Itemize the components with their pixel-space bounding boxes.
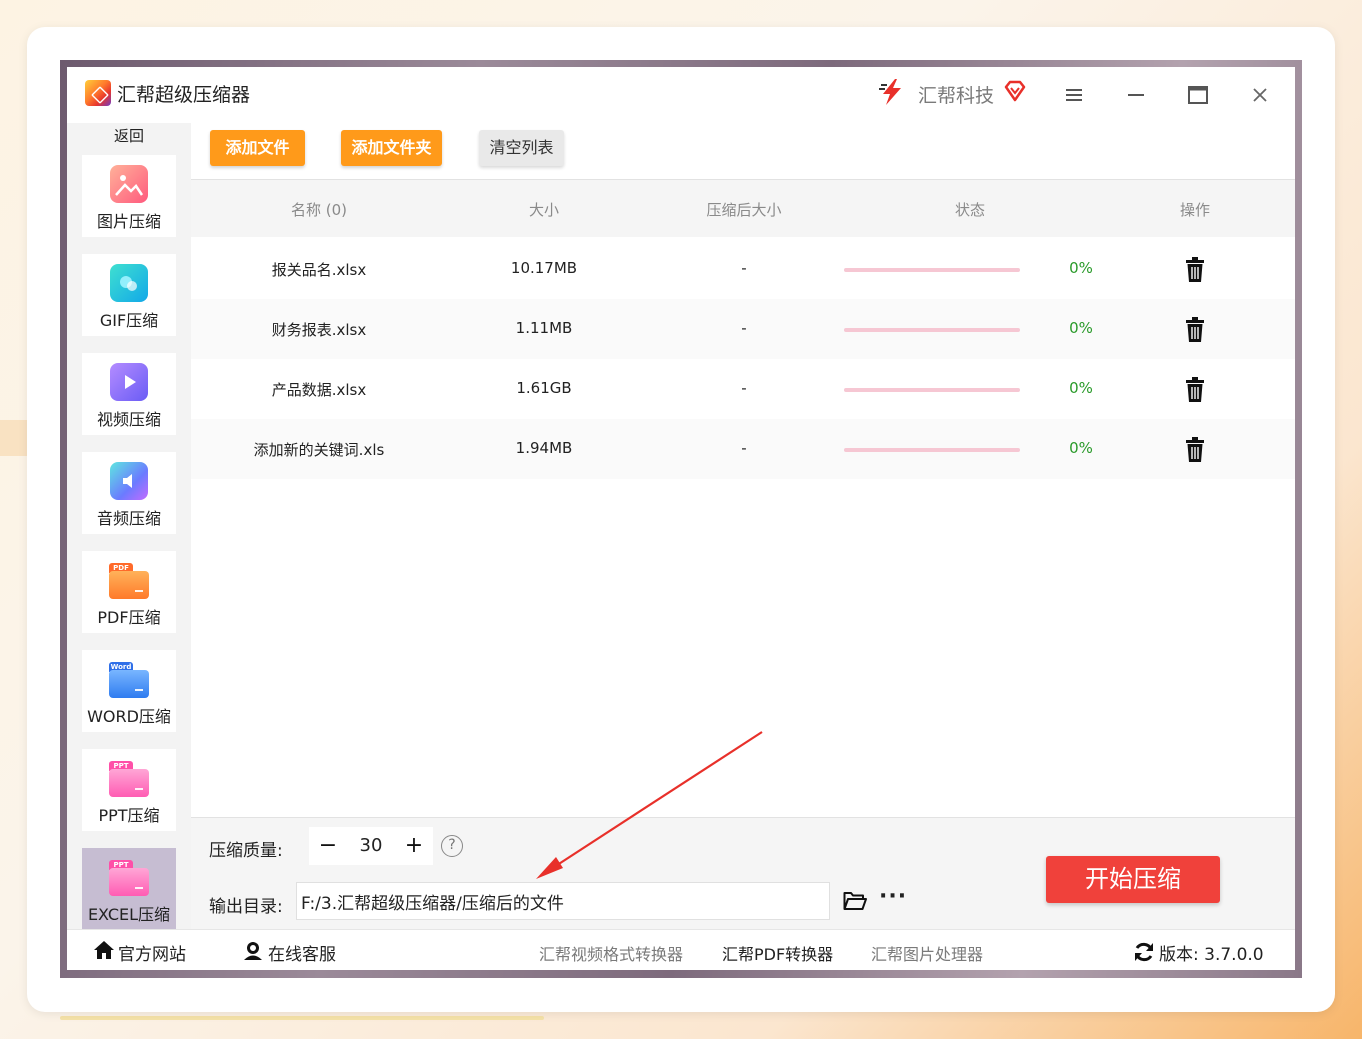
clear-list-button[interactable]: 清空列表 — [479, 130, 564, 166]
help-icon[interactable]: ? — [441, 835, 463, 857]
sidebar-item-ppt[interactable]: PPT PPT压缩 — [82, 749, 176, 831]
col-size[interactable]: 大小 — [494, 199, 594, 220]
col-compressed-size[interactable]: 压缩后大小 — [684, 199, 804, 220]
video-play-icon — [110, 363, 148, 401]
customer-service-icon — [244, 942, 262, 960]
settings-panel: 压缩质量: − 30 + ? 输出目录: ··· 开始压缩 — [191, 817, 1295, 929]
file-size: 1.11MB — [515, 319, 573, 337]
main-panel: 添加文件 添加文件夹 清空列表 名称 (0) 大小 压缩后大小 状态 操作 报关… — [191, 123, 1295, 929]
add-file-button[interactable]: 添加文件 — [210, 130, 305, 166]
app-logo-icon — [85, 80, 111, 106]
brand-logo-icon — [879, 79, 901, 105]
gif-icon — [110, 264, 148, 302]
output-label: 输出目录: — [209, 897, 283, 917]
progress-percent: 0% — [1069, 259, 1093, 277]
compressed-size: - — [741, 319, 747, 337]
compressed-size: - — [741, 259, 747, 277]
sidebar-item-image[interactable]: 图片压缩 — [82, 155, 176, 237]
file-name: 添加新的关键词.xls — [253, 441, 385, 459]
sidebar: 返回 图片压缩 GIF压缩 视频压缩 音频压缩 PDF PDF压缩 Word W… — [67, 123, 191, 930]
excel-folder-icon: PPT — [109, 860, 149, 896]
video-converter-link[interactable]: 汇帮视频格式转换器 — [539, 941, 683, 965]
quality-value[interactable]: 30 — [349, 835, 393, 856]
sidebar-item-excel[interactable]: PPT EXCEL压缩 — [82, 848, 176, 930]
minimize-icon[interactable] — [1120, 79, 1152, 111]
col-action: 操作 — [1179, 201, 1210, 219]
delete-trash-icon[interactable] — [1183, 317, 1207, 343]
progress-bar — [844, 268, 1020, 272]
image-icon — [110, 165, 148, 203]
background-line — [60, 1016, 544, 1020]
refresh-icon[interactable] — [1133, 942, 1155, 962]
sidebar-item-label: PDF压缩 — [97, 608, 161, 627]
footer-bar: 官方网站 在线客服 汇帮视频格式转换器 汇帮PDF转换器 汇帮图片处理器 版本:… — [67, 929, 1295, 970]
maximize-icon[interactable] — [1182, 79, 1214, 111]
ppt-folder-icon: PPT — [109, 761, 149, 797]
sidebar-item-label: 视频压缩 — [96, 410, 161, 429]
table-row[interactable]: 报关品名.xlsx 10.17MB - 0% — [191, 239, 1295, 299]
online-support-link[interactable]: 在线客服 — [268, 940, 336, 965]
sidebar-item-label: 图片压缩 — [96, 212, 161, 231]
image-processor-link[interactable]: 汇帮图片处理器 — [871, 941, 983, 965]
sidebar-item-audio[interactable]: 音频压缩 — [82, 452, 176, 534]
table-header: 名称 (0) 大小 压缩后大小 状态 操作 — [191, 179, 1295, 237]
open-folder-icon[interactable] — [843, 890, 867, 912]
file-name: 财务报表.xlsx — [271, 321, 367, 339]
increase-quality-button[interactable]: + — [399, 831, 429, 861]
file-size: 10.17MB — [510, 259, 578, 277]
sidebar-item-pdf[interactable]: PDF PDF压缩 — [82, 551, 176, 633]
progress-bar — [844, 448, 1020, 452]
close-icon[interactable] — [1244, 79, 1276, 111]
file-name: 产品数据.xlsx — [271, 381, 367, 399]
sidebar-item-word[interactable]: Word WORD压缩 — [82, 650, 176, 732]
sidebar-item-label: 音频压缩 — [96, 509, 161, 528]
more-options-button[interactable]: ··· — [879, 884, 907, 909]
decrease-quality-button[interactable]: − — [313, 831, 343, 861]
progress-percent: 0% — [1069, 439, 1093, 457]
file-size: 1.94MB — [515, 439, 573, 457]
progress-bar — [844, 328, 1020, 332]
compressed-size: - — [741, 379, 747, 397]
quality-stepper: − 30 + — [309, 827, 433, 865]
col-name[interactable]: 名称 (0) — [249, 199, 389, 220]
title-bar: 汇帮超级压缩器 汇帮科技 — [67, 67, 1295, 123]
sidebar-item-gif[interactable]: GIF压缩 — [82, 254, 176, 336]
pdf-converter-link[interactable]: 汇帮PDF转换器 — [722, 941, 833, 965]
file-name: 报关品名.xlsx — [271, 261, 367, 279]
start-compress-button[interactable]: 开始压缩 — [1046, 856, 1220, 903]
word-folder-icon: Word — [109, 662, 149, 698]
table-row[interactable]: 产品数据.xlsx 1.61GB - 0% — [191, 359, 1295, 419]
audio-speaker-icon — [110, 462, 148, 500]
back-link[interactable]: 返回 — [67, 125, 191, 146]
app-title: 汇帮超级压缩器 — [117, 84, 251, 106]
col-status: 状态 — [954, 201, 985, 219]
delete-trash-icon[interactable] — [1183, 377, 1207, 403]
quality-label: 压缩质量: — [209, 841, 283, 861]
add-folder-button[interactable]: 添加文件夹 — [341, 130, 442, 166]
sidebar-item-video[interactable]: 视频压缩 — [82, 353, 176, 435]
official-website-link[interactable]: 官方网站 — [118, 940, 186, 965]
sidebar-item-label: GIF压缩 — [99, 311, 159, 330]
vip-diamond-icon[interactable] — [1003, 79, 1027, 103]
compressed-size: - — [741, 439, 747, 457]
home-icon — [94, 941, 114, 959]
table-row[interactable]: 添加新的关键词.xls 1.94MB - 0% — [191, 419, 1295, 479]
version-label: 版本: 3.7.0.0 — [1159, 945, 1264, 965]
app-window: 汇帮超级压缩器 汇帮科技 返回 图片压缩 GIF压缩 视频压缩 音频压缩 PDF… — [67, 67, 1295, 970]
table-row[interactable]: 财务报表.xlsx 1.11MB - 0% — [191, 299, 1295, 359]
delete-trash-icon[interactable] — [1183, 257, 1207, 283]
sidebar-item-label: EXCEL压缩 — [87, 905, 171, 924]
pdf-folder-icon: PDF — [109, 563, 149, 599]
progress-bar — [844, 388, 1020, 392]
file-size: 1.61GB — [516, 379, 572, 397]
output-path-input[interactable] — [296, 882, 830, 920]
progress-percent: 0% — [1069, 379, 1093, 397]
progress-percent: 0% — [1069, 319, 1093, 337]
hamburger-icon[interactable] — [1058, 79, 1090, 111]
sidebar-item-label: PPT压缩 — [98, 806, 160, 825]
brand-name: 汇帮科技 — [918, 85, 995, 107]
delete-trash-icon[interactable] — [1183, 437, 1207, 463]
sidebar-item-label: WORD压缩 — [87, 707, 171, 726]
